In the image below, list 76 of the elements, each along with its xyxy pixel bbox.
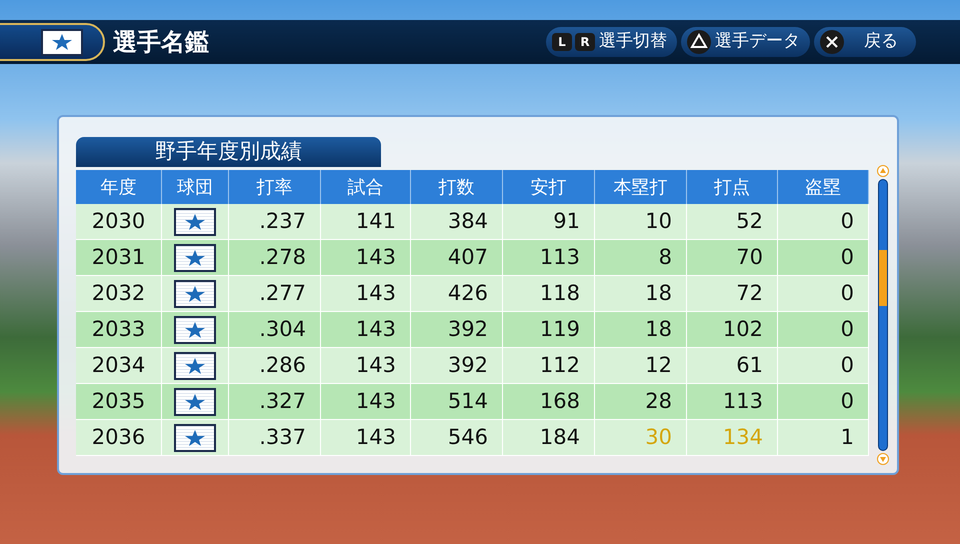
table-cell: 118	[503, 276, 595, 311]
table-cell: 0	[778, 240, 869, 275]
table-cell: .337	[229, 420, 321, 455]
table-cell: 384	[411, 204, 503, 239]
table-cell: .327	[229, 384, 321, 419]
table-cell: 0	[778, 276, 869, 311]
table-cell: 546	[411, 420, 503, 455]
table-cell: 143	[321, 276, 411, 311]
table-cell: 2034	[76, 348, 162, 383]
table-cell: 72	[687, 276, 778, 311]
table-cell: 143	[321, 312, 411, 347]
table-cell: 18	[595, 312, 687, 347]
header-button[interactable]: L R 選手切替	[546, 27, 677, 57]
table-cell: 10	[595, 204, 687, 239]
table-cell: 52	[687, 204, 778, 239]
shoulder-key: L	[552, 33, 572, 51]
table-cell: 12	[595, 348, 687, 383]
table-cell: .277	[229, 276, 321, 311]
table-cell: 426	[411, 276, 503, 311]
table-cell: 184	[503, 420, 595, 455]
table-cell: 112	[503, 348, 595, 383]
scrollbar[interactable]	[876, 165, 890, 465]
shoulder-key: R	[575, 33, 595, 51]
team-logo-icon	[174, 208, 216, 236]
header-button[interactable]: 選手データ	[681, 27, 810, 57]
table-cell: 2033	[76, 312, 162, 347]
table-cell: 2032	[76, 276, 162, 311]
table-cell: 0	[778, 384, 869, 419]
table-cell: 392	[411, 312, 503, 347]
team-logo-icon	[174, 280, 216, 308]
table-cell: 28	[595, 384, 687, 419]
scroll-up-icon	[877, 165, 889, 177]
table-cell: 143	[321, 384, 411, 419]
team-logo-icon	[174, 316, 216, 344]
table-cell: 113	[687, 384, 778, 419]
table-cell: 141	[321, 204, 411, 239]
table-cell: 1	[778, 420, 869, 455]
table-cell: 2036	[76, 420, 162, 455]
table-cell: .278	[229, 240, 321, 275]
table-cell: 2030	[76, 204, 162, 239]
table-cell: 143	[321, 240, 411, 275]
team-logo-icon	[174, 244, 216, 272]
table-cell: 119	[503, 312, 595, 347]
team-logo-icon	[174, 352, 216, 380]
team-logo-icon	[41, 28, 83, 56]
table-cell: 143	[321, 348, 411, 383]
table-cell: .286	[229, 348, 321, 383]
team-logo-icon	[174, 388, 216, 416]
table-cell: 392	[411, 348, 503, 383]
table-cell: .304	[229, 312, 321, 347]
table-cell: 0	[778, 348, 869, 383]
table-cell: 168	[503, 384, 595, 419]
table-cell: 407	[411, 240, 503, 275]
table-cell: 30	[595, 420, 687, 455]
scroll-down-icon	[877, 453, 889, 465]
table-cell: 8	[595, 240, 687, 275]
table-cell: 143	[321, 420, 411, 455]
team-logo-icon	[174, 424, 216, 452]
panel-title: 野手年度別成績	[76, 137, 381, 167]
table-cell: 2035	[76, 384, 162, 419]
table-cell: 113	[503, 240, 595, 275]
table-cell: 70	[687, 240, 778, 275]
table-cell: 514	[411, 384, 503, 419]
table-cell: .237	[229, 204, 321, 239]
table-cell: 18	[595, 276, 687, 311]
table-cell: 61	[687, 348, 778, 383]
table-cell: 91	[503, 204, 595, 239]
screen-title: 選手名鑑	[113, 27, 209, 58]
header-button[interactable]: 戻る	[814, 27, 916, 57]
scroll-thumb[interactable]	[879, 250, 887, 306]
table-cell: 0	[778, 312, 869, 347]
cross-icon	[820, 30, 844, 54]
table-cell: 0	[778, 204, 869, 239]
table-cell: 134	[687, 420, 778, 455]
table-cell: 102	[687, 312, 778, 347]
table-cell: 2031	[76, 240, 162, 275]
